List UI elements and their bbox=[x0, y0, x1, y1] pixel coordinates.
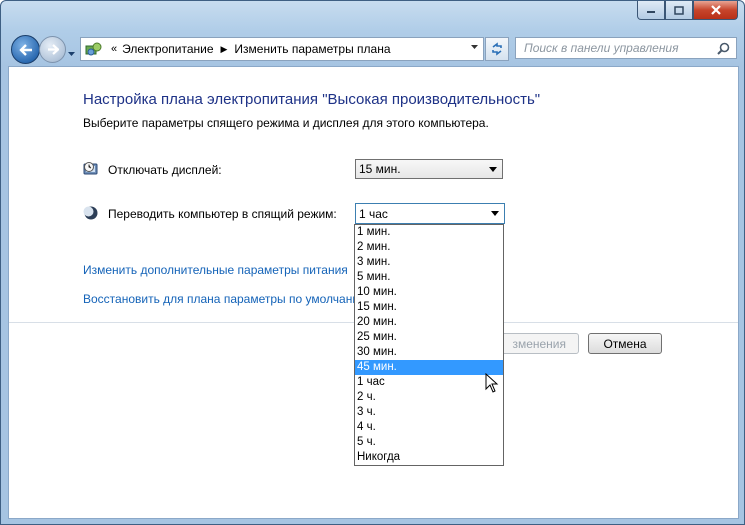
forward-button[interactable] bbox=[39, 36, 66, 63]
cancel-label: Отмена bbox=[603, 336, 647, 351]
list-item[interactable]: 2 ч. bbox=[355, 390, 503, 405]
page-title: Настройка плана электропитания "Высокая … bbox=[83, 91, 541, 108]
refresh-button[interactable] bbox=[485, 37, 509, 61]
list-item[interactable]: 1 мин. bbox=[355, 225, 503, 240]
sleep-label: Переводить компьютер в спящий режим: bbox=[108, 207, 337, 221]
list-item[interactable]: 2 мин. bbox=[355, 240, 503, 255]
display-off-value: 15 мин. bbox=[359, 162, 401, 176]
minimize-icon bbox=[647, 11, 655, 13]
advanced-power-settings-link[interactable]: Изменить дополнительные параметры питани… bbox=[83, 263, 348, 277]
chevron-down-icon bbox=[489, 167, 497, 172]
display-off-label: Отключать дисплей: bbox=[108, 163, 222, 177]
monitor-clock-icon bbox=[83, 162, 98, 175]
sleep-select[interactable]: 1 час bbox=[355, 203, 505, 224]
save-changes-label: зменения bbox=[512, 336, 566, 351]
display-off-select[interactable]: 15 мин. bbox=[355, 159, 503, 179]
arrow-left-icon bbox=[18, 43, 32, 56]
minimize-button[interactable] bbox=[637, 1, 665, 20]
close-icon bbox=[710, 5, 721, 15]
list-item-highlighted[interactable]: 45 мин. bbox=[355, 360, 503, 375]
breadcrumb-power-options[interactable]: Электропитание bbox=[122, 42, 213, 56]
window-controls bbox=[637, 1, 738, 20]
navigation-toolbar: « Электропитание ▶ Изменить параметры пл… bbox=[1, 31, 744, 65]
recent-pages-dropdown[interactable] bbox=[67, 44, 76, 62]
list-item[interactable]: 25 мин. bbox=[355, 330, 503, 345]
maximize-icon bbox=[674, 5, 684, 15]
mouse-cursor-icon bbox=[485, 373, 499, 393]
chevron-down-icon bbox=[491, 211, 499, 216]
chevron-down-icon bbox=[68, 52, 75, 56]
moon-icon bbox=[83, 206, 98, 220]
sleep-value: 1 час bbox=[359, 206, 388, 221]
list-item[interactable]: 15 мин. bbox=[355, 300, 503, 315]
back-button[interactable] bbox=[11, 35, 40, 64]
list-item[interactable]: 4 ч. bbox=[355, 420, 503, 435]
search-placeholder: Поиск в панели управления bbox=[524, 41, 679, 55]
search-icon[interactable] bbox=[717, 42, 730, 55]
cancel-button[interactable]: Отмена bbox=[588, 333, 662, 354]
address-dropdown-icon[interactable] bbox=[470, 44, 479, 50]
list-item[interactable]: 5 ч. bbox=[355, 435, 503, 450]
list-item[interactable]: 10 мин. bbox=[355, 285, 503, 300]
close-button[interactable] bbox=[693, 1, 738, 20]
restore-defaults-link[interactable]: Восстановить для плана параметры по умол… bbox=[83, 292, 368, 306]
maximize-button[interactable] bbox=[665, 1, 693, 20]
breadcrumb-overflow[interactable]: « bbox=[111, 43, 117, 55]
search-input[interactable]: Поиск в панели управления bbox=[515, 37, 737, 59]
list-item[interactable]: 3 мин. bbox=[355, 255, 503, 270]
refresh-icon bbox=[492, 42, 502, 56]
breadcrumb-separator-icon[interactable]: ▶ bbox=[221, 44, 228, 55]
page-subtitle: Выберите параметры спящего режима и дисп… bbox=[83, 116, 489, 130]
list-item[interactable]: Никогда bbox=[355, 450, 503, 465]
list-item[interactable]: 3 ч. bbox=[355, 405, 503, 420]
list-item[interactable]: 1 час bbox=[355, 375, 503, 390]
control-panel-icon bbox=[85, 42, 102, 56]
sleep-options-list[interactable]: 1 мин. 2 мин. 3 мин. 5 мин. 10 мин. 15 м… bbox=[354, 224, 504, 466]
list-item[interactable]: 20 мин. bbox=[355, 315, 503, 330]
control-panel-window: « Электропитание ▶ Изменить параметры пл… bbox=[0, 0, 745, 525]
breadcrumb-edit-plan[interactable]: Изменить параметры плана bbox=[234, 42, 390, 56]
list-item[interactable]: 5 мин. bbox=[355, 270, 503, 285]
list-item[interactable]: 30 мин. bbox=[355, 345, 503, 360]
address-bar[interactable]: « Электропитание ▶ Изменить параметры пл… bbox=[80, 37, 484, 61]
arrow-right-icon bbox=[47, 44, 59, 55]
